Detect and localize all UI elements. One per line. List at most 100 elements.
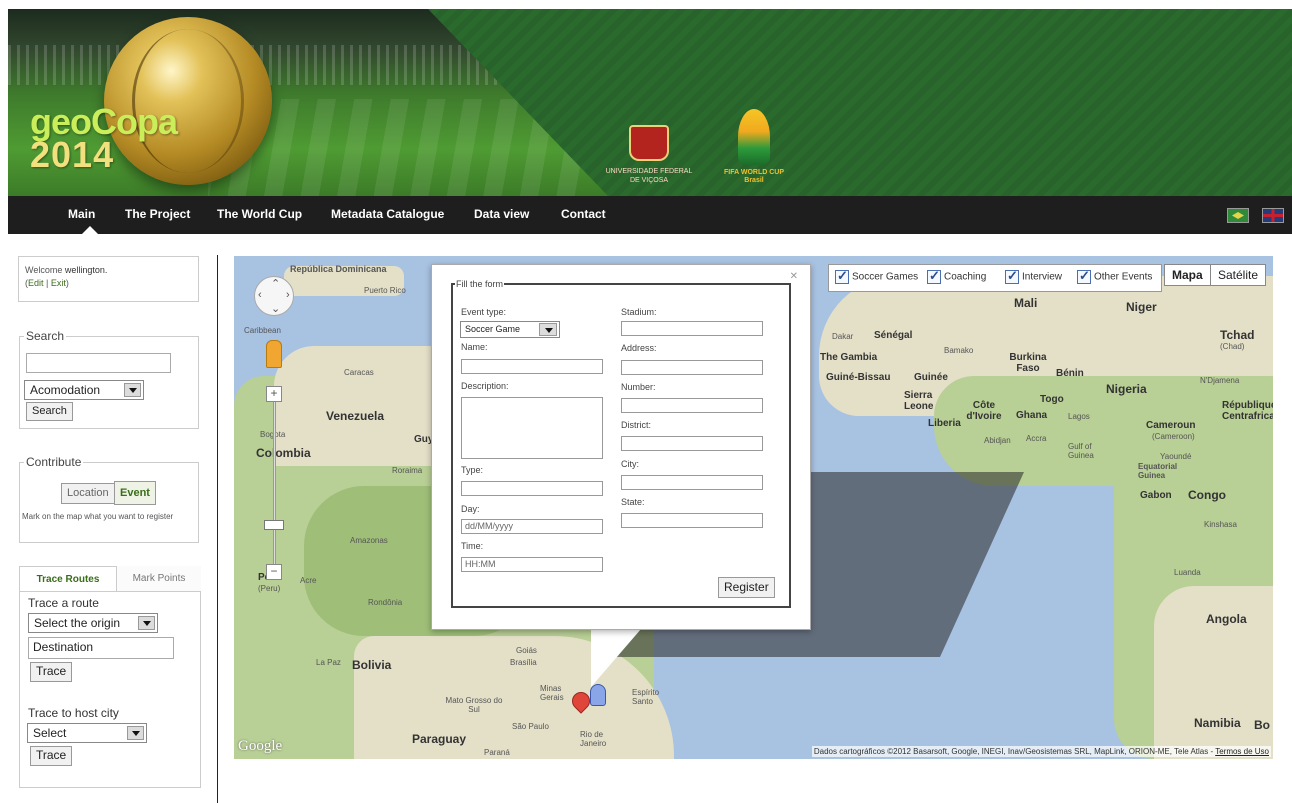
layer-soccer-games[interactable]: Soccer Games — [835, 268, 919, 284]
state-label: State: — [621, 497, 645, 507]
username: wellington. — [64, 265, 108, 275]
map-label-amazonas: Amazonas — [350, 536, 388, 545]
host-city-select[interactable]: Select — [27, 723, 147, 743]
map-label-rondonia: Rondônia — [368, 598, 403, 607]
ufv-name-line2: de Viçosa — [629, 177, 669, 184]
welcome-line: Welcome wellington. — [25, 264, 192, 277]
search-category-value: Acomodation — [30, 383, 101, 397]
city-input[interactable] — [621, 475, 763, 490]
nav-data-view[interactable]: Data view — [474, 196, 529, 234]
fifa-text-line1: FIFA WORLD CUP — [723, 169, 784, 176]
origin-select[interactable]: Select the origin — [28, 613, 158, 633]
chevron-down-icon — [539, 323, 557, 336]
map-label-bo: Bo — [1254, 718, 1270, 732]
host-city-select-value: Select — [33, 726, 67, 740]
map-label-bolivia: Bolivia — [352, 658, 392, 672]
event-type-select[interactable]: Soccer Game — [460, 321, 560, 338]
search-button[interactable]: Search — [26, 402, 73, 421]
pan-up-icon[interactable]: ⌃ — [271, 277, 280, 290]
state-input[interactable] — [621, 513, 763, 528]
trace-host-button[interactable]: Trace — [30, 746, 73, 766]
register-button[interactable]: Register — [718, 577, 775, 598]
layer-label: Soccer Games — [852, 271, 919, 283]
zoom-slider-handle[interactable] — [264, 520, 284, 530]
pan-right-icon[interactable]: › — [286, 289, 290, 301]
search-category-select[interactable]: Acomodation — [24, 380, 144, 400]
chevron-down-icon — [138, 616, 155, 630]
checkbox-icon[interactable] — [1077, 268, 1091, 284]
site-logo[interactable]: geoCopa 2014 — [30, 103, 178, 172]
day-label: Day: — [461, 504, 480, 514]
destination-input[interactable]: Destination — [28, 637, 174, 659]
user-marker-icon[interactable] — [590, 684, 606, 706]
district-input[interactable] — [621, 436, 763, 451]
trace-host-city-label: Trace to host city — [28, 706, 119, 720]
uk-flag-icon[interactable] — [1262, 208, 1284, 223]
description-textarea[interactable] — [461, 397, 603, 459]
layer-interview[interactable]: Interview — [1005, 268, 1062, 284]
pan-control[interactable]: ⌃ ‹ › ⌄ — [254, 276, 294, 316]
checkbox-icon[interactable] — [927, 268, 941, 284]
map-label-ndjamena: N'Djamena — [1200, 376, 1240, 385]
map-label-cameroun2: (Cameroon) — [1152, 432, 1195, 441]
zoom-out-icon[interactable]: − — [266, 564, 282, 580]
checkbox-icon[interactable] — [835, 268, 849, 284]
map-label-dakar: Dakar — [832, 332, 854, 341]
nav-contact[interactable]: Contact — [561, 196, 606, 234]
google-logo[interactable]: Google — [238, 738, 282, 755]
map-label-parana: Paraná — [484, 748, 510, 757]
sidebar-divider — [217, 255, 218, 803]
checkbox-icon[interactable] — [1005, 268, 1019, 284]
description-label: Description: — [461, 381, 509, 391]
layer-coaching[interactable]: Coaching — [927, 268, 986, 284]
map-label-congo: Congo — [1188, 488, 1226, 502]
name-input[interactable] — [461, 359, 603, 374]
search-input[interactable] — [26, 353, 171, 373]
tab-mark-points[interactable]: Mark Points — [117, 566, 201, 591]
welcome-text: Welcome — [25, 265, 65, 275]
tab-trace-routes[interactable]: Trace Routes — [19, 566, 117, 591]
map-type-satellite-button[interactable]: Satélite — [1210, 264, 1267, 286]
map-label-abidjan: Abidjan — [984, 436, 1011, 445]
attribution-text: Dados cartográficos ©2012 Basarsoft, Goo… — [813, 747, 1216, 756]
time-input[interactable]: HH:MM — [461, 557, 603, 572]
nav-the-world-cup[interactable]: The World Cup — [217, 196, 302, 234]
chevron-down-icon — [124, 383, 141, 397]
contribute-note: Mark on the map what you want to registe… — [22, 512, 174, 521]
zoom-slider-track[interactable] — [273, 398, 276, 578]
ufv-logo: Universidade Federal de Viçosa — [602, 125, 696, 185]
map-label-espirito: Espírito Santo — [632, 688, 660, 706]
ufv-name-line1: Universidade Federal — [605, 168, 693, 175]
nav-metadata-catalogue[interactable]: Metadata Catalogue — [331, 196, 444, 234]
trace-button[interactable]: Trace — [30, 662, 73, 682]
map-label-cameroun: Cameroun — [1146, 420, 1196, 431]
pan-down-icon[interactable]: ⌄ — [271, 302, 280, 315]
map-label-guinee: Guinée — [914, 372, 948, 383]
map-type-map-button[interactable]: Mapa — [1164, 264, 1211, 286]
map-attribution: Dados cartográficos ©2012 Basarsoft, Goo… — [811, 746, 1271, 757]
number-input[interactable] — [621, 398, 763, 413]
location-button[interactable]: Location — [61, 483, 115, 504]
type-input[interactable] — [461, 481, 603, 496]
origin-select-value: Select the origin — [34, 616, 121, 630]
pan-left-icon[interactable]: ‹ — [258, 289, 262, 301]
event-button[interactable]: Event — [114, 481, 156, 505]
chevron-down-icon — [127, 726, 144, 740]
map-label-guinea-bissau: Guiné-Bissau — [826, 372, 891, 383]
terms-link[interactable]: Termos de Uso — [1215, 747, 1269, 756]
map-label-sierra: Sierra Leone — [904, 390, 934, 412]
edit-link[interactable]: Edit — [28, 278, 44, 288]
exit-link[interactable]: Exit — [51, 278, 66, 288]
nav-the-project[interactable]: The Project — [125, 196, 190, 234]
zoom-in-icon[interactable]: + — [266, 386, 282, 402]
layer-other-events[interactable]: Other Events — [1077, 268, 1152, 284]
address-input[interactable] — [621, 360, 763, 375]
map-label-nigeria: Nigeria — [1106, 382, 1147, 396]
day-input[interactable]: dd/MM/yyyy — [461, 519, 603, 534]
brazil-flag-icon[interactable] — [1227, 208, 1249, 223]
stadium-input[interactable] — [621, 321, 763, 336]
map-label-tchad: Tchad — [1220, 328, 1255, 342]
stadium-label: Stadium: — [621, 307, 657, 317]
street-view-pegman-icon[interactable] — [266, 340, 282, 368]
fifa-logo: FIFA WORLD CUP Brasil — [708, 109, 800, 185]
